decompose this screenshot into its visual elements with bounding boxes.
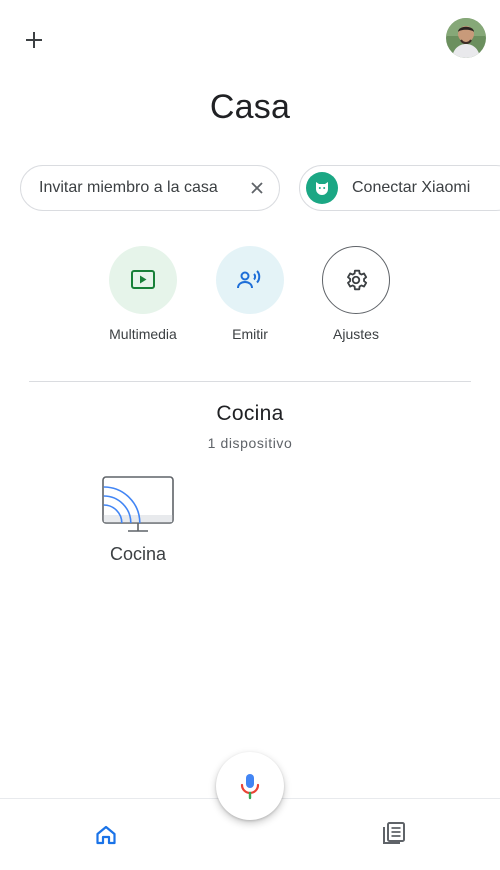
plus-icon	[26, 32, 42, 48]
feed-icon	[383, 822, 405, 844]
device-tile[interactable]: Cocina	[88, 474, 188, 565]
home-icon	[96, 825, 116, 845]
invite-member-label: Invitar miembro a la casa	[39, 179, 218, 196]
room-device-count: 1 dispositivo	[207, 435, 293, 451]
nav-home-button[interactable]	[84, 815, 128, 855]
avatar[interactable]	[446, 18, 486, 58]
cast-voice-icon	[237, 270, 261, 289]
add-button[interactable]	[14, 22, 54, 58]
nav-feed-button[interactable]	[372, 813, 416, 853]
close-icon[interactable]	[245, 176, 269, 200]
user-avatar-icon	[446, 18, 486, 58]
multimedia-label: Multimedia	[109, 326, 177, 342]
mic-icon	[240, 774, 260, 800]
connect-xiaomi-label: Conectar Xiaomi	[352, 179, 471, 196]
settings-circle	[322, 246, 390, 314]
settings-label: Ajustes	[333, 326, 379, 342]
cast-display-icon	[102, 476, 174, 532]
xiaomi-logo-icon	[306, 172, 338, 204]
divider	[29, 381, 471, 382]
settings-button[interactable]: Ajustes	[306, 246, 406, 342]
page-title: Casa	[209, 88, 291, 126]
connect-xiaomi-chip[interactable]: Conectar Xiaomi	[299, 165, 500, 211]
emit-circle	[216, 246, 284, 314]
emit-button[interactable]: Emitir	[200, 246, 300, 342]
device-label: Cocina	[109, 544, 167, 564]
room-title: Cocina	[216, 402, 284, 425]
emit-label: Emitir	[232, 326, 268, 342]
invite-member-chip[interactable]: Invitar miembro a la casa	[20, 165, 280, 211]
multimedia-circle	[109, 246, 177, 314]
gear-icon	[347, 269, 368, 291]
play-icon	[131, 270, 155, 289]
voice-assistant-button[interactable]	[216, 752, 284, 820]
multimedia-button[interactable]: Multimedia	[93, 246, 193, 342]
